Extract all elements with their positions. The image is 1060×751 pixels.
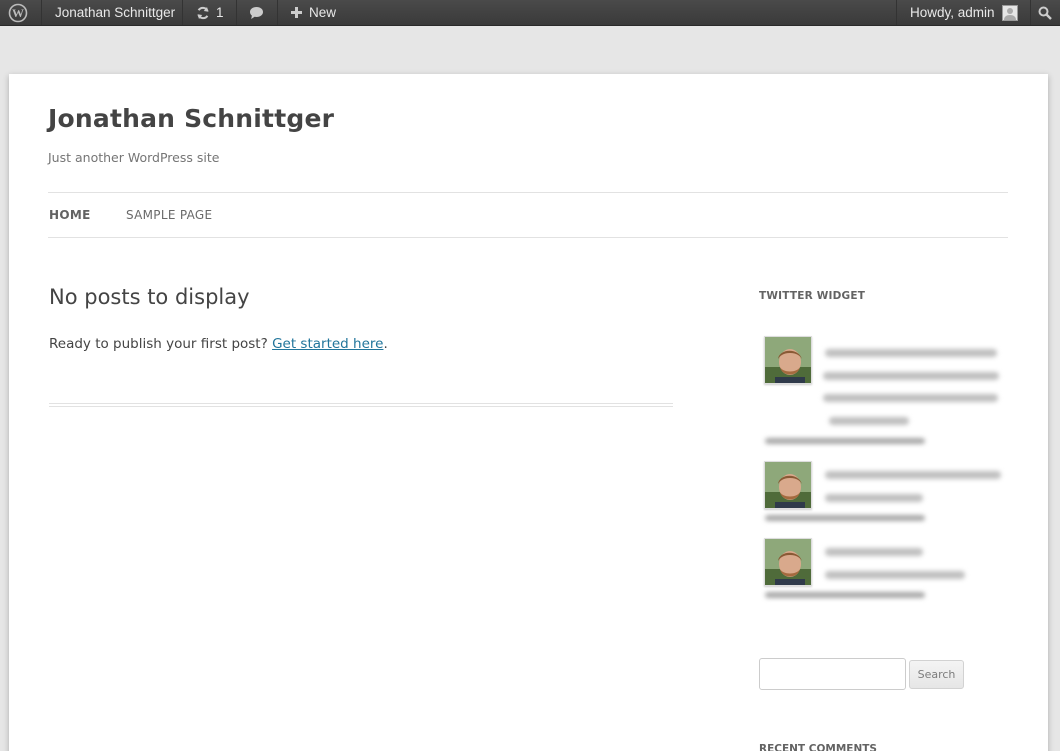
blurred-tweet-text [825, 571, 965, 579]
blurred-tweet-meta [765, 438, 925, 444]
updates-button[interactable]: 1 [196, 0, 224, 25]
admin-bar: W Jonathan Schnittger 1 New Howdy, admin [0, 0, 1060, 26]
plus-icon [291, 7, 302, 18]
tweet-avatar[interactable] [764, 336, 812, 384]
recent-comments-title: RECENT COMMENTS [759, 743, 877, 751]
tweet-avatar[interactable] [764, 461, 812, 509]
search-button[interactable]: Search [909, 660, 964, 689]
prompt-period: . [383, 336, 388, 352]
page-container: Jonathan Schnittger Just another WordPre… [9, 74, 1048, 751]
blurred-tweet-text [825, 349, 997, 357]
blurred-tweet-text [829, 417, 909, 425]
blurred-tweet-text [825, 494, 923, 502]
prompt-text: Ready to publish your first post? [49, 336, 268, 352]
refresh-icon [196, 6, 210, 20]
my-account-button[interactable]: Howdy, admin [910, 0, 1018, 25]
adminbar-site-name[interactable]: Jonathan Schnittger [55, 0, 175, 25]
comments-button[interactable] [249, 0, 264, 25]
no-posts-heading: No posts to display [49, 285, 250, 309]
content-divider-2 [49, 406, 673, 407]
twitter-widget-title: TWITTER WIDGET [759, 290, 866, 302]
wordpress-logo-icon[interactable]: W [8, 0, 32, 25]
site-description: Just another WordPress site [48, 150, 220, 165]
search-input[interactable] [759, 658, 906, 690]
blurred-tweet-meta [765, 515, 925, 521]
blurred-tweet-meta [765, 592, 925, 598]
get-started-link[interactable]: Get started here [272, 336, 383, 352]
nav-item-sample-page[interactable]: SAMPLE PAGE [126, 208, 212, 222]
content-divider [49, 403, 673, 404]
avatar [1001, 4, 1018, 21]
blurred-tweet-text [825, 471, 1001, 479]
howdy-label: Howdy, admin [910, 5, 995, 20]
nav-item-home[interactable]: HOME [49, 208, 91, 222]
svg-text:W: W [12, 6, 24, 20]
nav-bottom-divider [48, 237, 1008, 238]
blurred-tweet-text [823, 394, 998, 402]
blurred-tweet-text [823, 372, 999, 380]
adminbar-search-icon[interactable] [1038, 0, 1052, 25]
new-content-button[interactable]: New [291, 0, 336, 25]
site-title[interactable]: Jonathan Schnittger [48, 104, 334, 133]
blurred-tweet-text [825, 548, 923, 556]
updates-count: 1 [216, 5, 224, 20]
comment-bubble-icon [249, 6, 264, 20]
first-post-prompt: Ready to publish your first post? Get st… [49, 336, 388, 352]
tweet-avatar[interactable] [764, 538, 812, 586]
nav-top-divider [48, 192, 1008, 193]
new-label: New [309, 5, 337, 20]
